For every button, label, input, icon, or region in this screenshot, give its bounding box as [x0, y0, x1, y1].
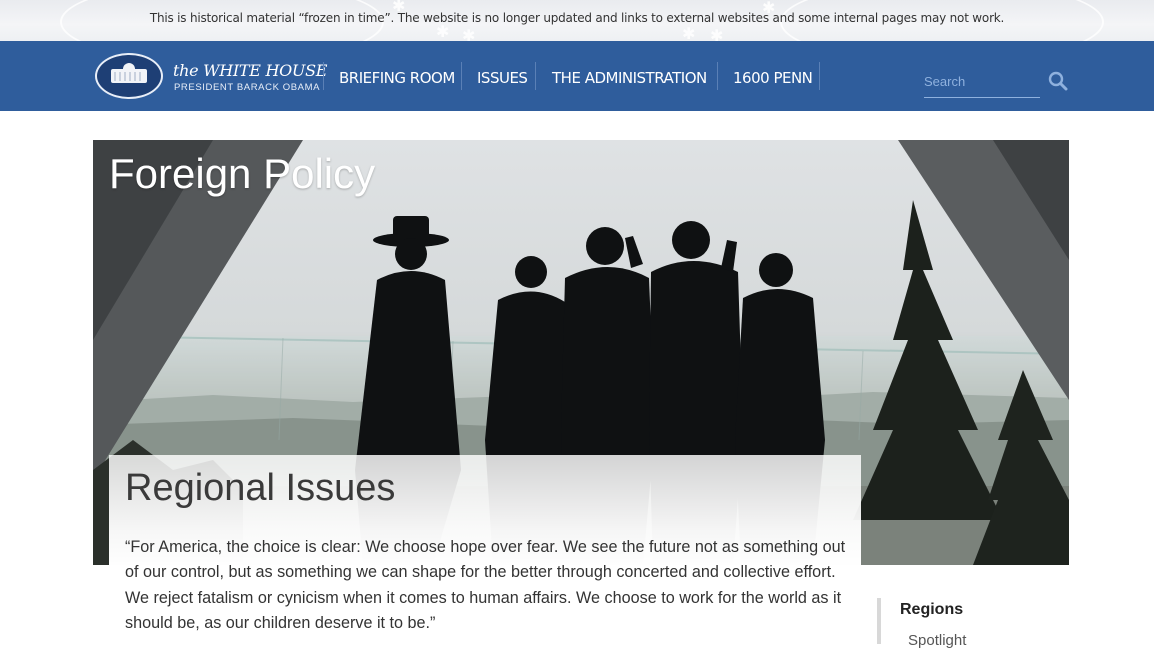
nav-issues[interactable]: ISSUES: [477, 69, 528, 87]
archive-notice: This is historical material “frozen in t…: [149, 11, 1005, 25]
sidebar-item-spotlight[interactable]: Spotlight: [908, 632, 966, 649]
sidebar-heading: Regions: [900, 601, 964, 618]
nav-divider: [535, 62, 536, 90]
nav-divider: [717, 62, 718, 90]
intro-quote: “For America, the choice is clear: We ch…: [125, 538, 846, 632]
nav-the-administration[interactable]: THE ADMINISTRATION: [552, 69, 707, 87]
white-house-logo-icon[interactable]: [95, 53, 163, 99]
star-icon: ✱: [682, 26, 696, 41]
nav-briefing-room[interactable]: BRIEFING ROOM: [339, 69, 455, 87]
hero-title: Foreign Policy: [109, 150, 376, 197]
search-input[interactable]: [924, 69, 1040, 98]
sidebar-rule: [877, 598, 881, 644]
nav-divider: [323, 62, 324, 90]
star-icon: ✱: [710, 28, 724, 41]
logo-subtitle[interactable]: PRESIDENT BARACK OBAMA: [174, 82, 320, 93]
nav-divider: [819, 62, 820, 90]
nav-1600-penn[interactable]: 1600 PENN: [733, 69, 813, 87]
page-title: Regional Issues: [125, 467, 396, 509]
archive-banner: ✱ ✱ ✱ ✱ ✱ ✱ This is historical material …: [0, 0, 1154, 41]
site-header: the WHITE HOUSE PRESIDENT BARACK OBAMA B…: [0, 41, 1154, 111]
nav-divider: [461, 62, 462, 90]
star-icon: ✱: [462, 28, 476, 41]
search-icon[interactable]: [1048, 71, 1068, 91]
logo-title[interactable]: the WHITE HOUSE: [173, 61, 327, 80]
